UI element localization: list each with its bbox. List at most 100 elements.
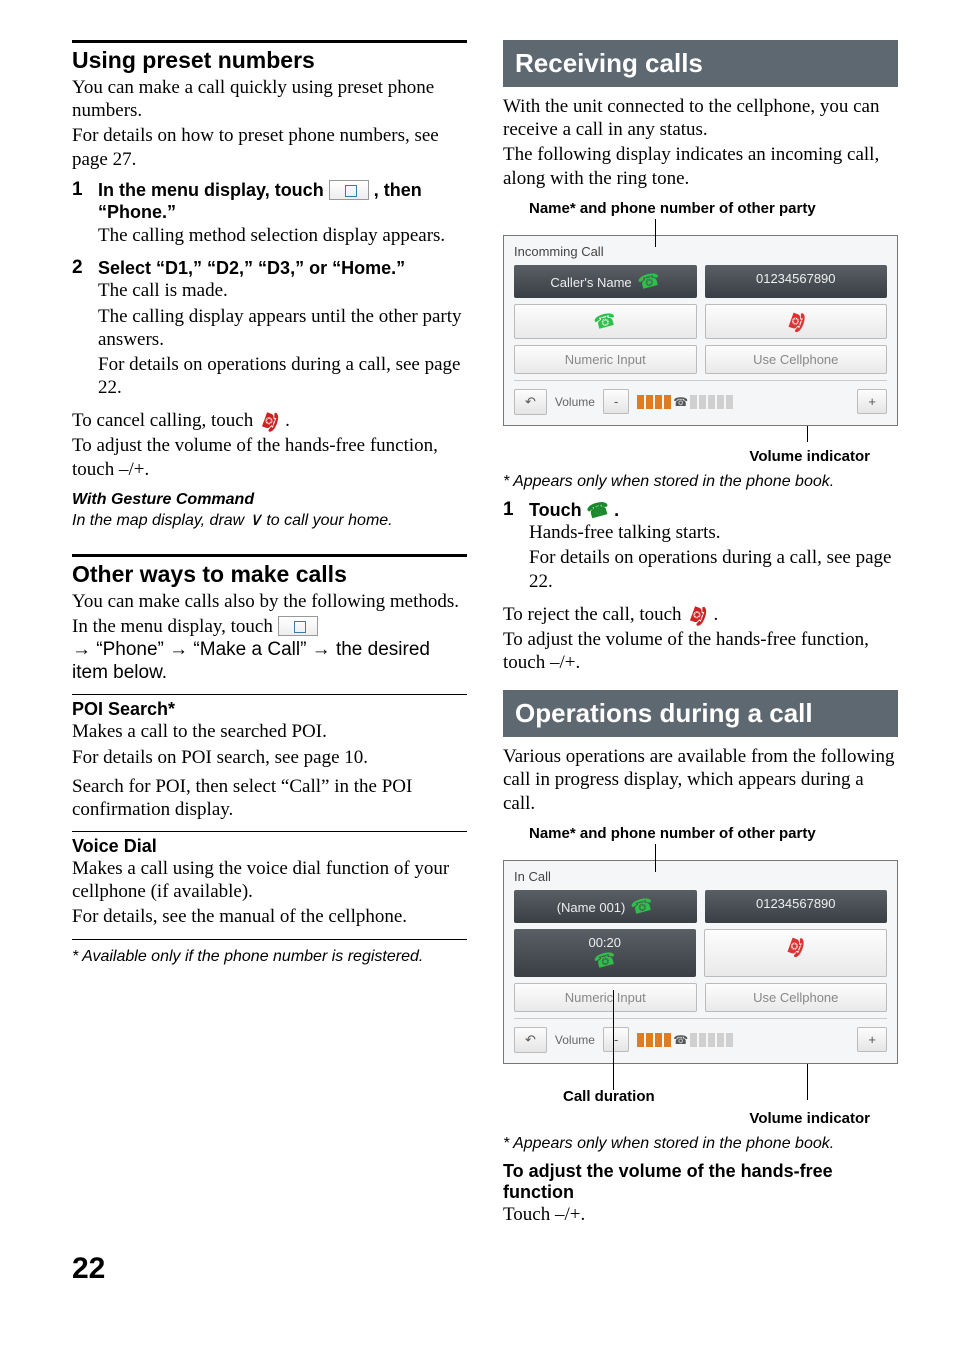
menu-icon — [329, 180, 369, 200]
footnote: * Appears only when stored in the phone … — [503, 473, 898, 491]
step-lead: Select “D1,” “D2,” “D3,” or “Home.” — [98, 257, 467, 280]
step-lead: Touch ☎ . — [529, 499, 898, 522]
vol-plus-button[interactable]: + — [857, 389, 887, 414]
callout-label: Name* and phone number of other party — [529, 825, 898, 842]
divider — [72, 831, 467, 832]
step-2: 2 Select “D1,” “D2,” “D3,” or “Home.” Th… — [72, 257, 467, 401]
text: In the menu display, touch → “Phone” → “… — [72, 615, 467, 685]
text: The calling method selection display app… — [98, 224, 467, 247]
footnote: * Appears only when stored in the phone … — [503, 1135, 898, 1153]
subheading-voice: Voice Dial — [72, 836, 467, 857]
text: In the map display, draw — [72, 512, 249, 529]
pickup-icon: ☎ — [584, 496, 611, 524]
hangup-button[interactable]: ☎ — [704, 929, 888, 977]
vol-minus-button[interactable]: - — [603, 1027, 629, 1052]
text: For details, see the manual of the cellp… — [72, 905, 467, 928]
vol-minus-button[interactable]: - — [603, 389, 629, 414]
text: For details on operations during a call,… — [529, 546, 898, 592]
volume-label: Volume — [555, 1033, 595, 1047]
step-number: 1 — [503, 499, 521, 595]
subheading-gesture: With Gesture Command — [72, 491, 467, 509]
text: . — [713, 604, 718, 625]
text: Makes a call to the searched POI. — [72, 720, 467, 743]
callout-line — [807, 426, 808, 442]
text: Various operations are available from th… — [503, 745, 898, 815]
text: The calling display appears until the ot… — [98, 305, 467, 351]
page-number: 22 — [72, 1252, 898, 1286]
step-number: 1 — [72, 179, 90, 249]
hangup-button[interactable]: ☎ — [705, 304, 888, 339]
text: You can make calls also by the following… — [72, 590, 467, 613]
use-cellphone-button[interactable]: Use Cellphone — [705, 983, 888, 1012]
heading-operations: Operations during a call — [503, 690, 898, 737]
numeric-input-button[interactable]: Numeric Input — [514, 345, 697, 374]
text: Search for POI, then select “Call” in th… — [72, 775, 467, 821]
text: In the map display, draw ∨ to call your … — [72, 509, 467, 530]
right-column: Receiving calls With the unit connected … — [503, 40, 898, 1228]
answer-button[interactable]: ☎ — [514, 304, 697, 339]
heading-using-preset: Using preset numbers — [72, 40, 467, 74]
divider — [72, 939, 467, 940]
callout-duration: Call duration — [563, 1088, 655, 1105]
text: For details on POI search, see page 10. — [72, 746, 467, 769]
menu-icon — [278, 616, 318, 636]
vol-plus-button[interactable]: + — [857, 1027, 887, 1052]
divider — [72, 694, 467, 695]
screenshot-incall: In Call (Name 001)☎ 01234567890 00:20☎ ☎… — [503, 860, 898, 1064]
text: . — [614, 500, 619, 520]
subheading-poi: POI Search* — [72, 699, 467, 720]
text: to call your home. — [266, 512, 392, 529]
text: → “Phone” → “Make a Call” → the desired … — [72, 638, 467, 684]
screenshot-title: In Call — [514, 869, 887, 884]
step-number: 2 — [72, 257, 90, 401]
left-column: Using preset numbers You can make a call… — [72, 40, 467, 1228]
text: To adjust the volume of the hands-free f… — [503, 628, 898, 674]
text: Touch –/+. — [503, 1203, 898, 1226]
step-lead: In the menu display, touch , then “Phone… — [98, 179, 467, 224]
text: To cancel calling, touch ☎ . — [72, 409, 467, 432]
volume-label: Volume — [555, 395, 595, 409]
caller-name-field: Caller's Name☎ — [514, 265, 697, 298]
text: To reject the call, touch — [503, 604, 686, 625]
volume-indicator: ☎ — [637, 1033, 849, 1047]
heading-other-ways: Other ways to make calls — [72, 554, 467, 588]
caller-number-field: 01234567890 — [705, 265, 888, 298]
use-cellphone-button[interactable]: Use Cellphone — [705, 345, 888, 374]
text: To adjust the volume of the hands-free f… — [72, 434, 467, 480]
step-1-right: 1 Touch ☎ . Hands-free talking starts. F… — [503, 499, 898, 595]
text: Hands-free talking starts. — [529, 521, 898, 544]
caller-name-field: (Name 001)☎ — [514, 890, 697, 923]
text: You can make a call quickly using preset… — [72, 76, 467, 122]
callout-volume: Volume indicator — [503, 448, 898, 465]
callout-line — [655, 844, 656, 872]
text: Makes a call using the voice dial functi… — [72, 857, 467, 903]
callout-line — [655, 219, 656, 247]
text: For details on operations during a call,… — [98, 353, 467, 399]
text: The following display indicates an incom… — [503, 143, 898, 189]
callout-line — [613, 990, 614, 1090]
step-1: 1 In the menu display, touch , then “Pho… — [72, 179, 467, 249]
text: . — [285, 410, 290, 431]
subheading-adjust-volume: To adjust the volume of the hands-free f… — [503, 1161, 898, 1203]
text: The call is made. — [98, 279, 467, 302]
text: With the unit connected to the cellphone… — [503, 95, 898, 141]
caller-number-field: 01234567890 — [705, 890, 888, 923]
callout-label: Name* and phone number of other party — [529, 200, 898, 217]
volume-indicator: ☎ — [637, 395, 849, 409]
back-button[interactable]: ↶ — [514, 1027, 547, 1053]
callout-line — [807, 1064, 808, 1100]
callout-volume: Volume indicator — [503, 1110, 898, 1127]
text: In the menu display, touch — [72, 616, 278, 637]
text: In the menu display, touch — [98, 180, 329, 200]
call-duration-field: 00:20☎ — [514, 929, 696, 977]
text: To cancel calling, touch — [72, 410, 258, 431]
numeric-input-button[interactable]: Numeric Input — [514, 983, 697, 1012]
screenshot-title: Incomming Call — [514, 244, 887, 259]
screenshot-incoming: Incomming Call Caller's Name☎ 0123456789… — [503, 235, 898, 426]
back-button[interactable]: ↶ — [514, 389, 547, 415]
footnote: * Available only if the phone number is … — [72, 948, 467, 966]
hangup-icon: ☎ — [683, 600, 711, 629]
vee-icon: ∨ — [249, 509, 262, 530]
hangup-icon: ☎ — [255, 407, 283, 436]
heading-receiving: Receiving calls — [503, 40, 898, 87]
